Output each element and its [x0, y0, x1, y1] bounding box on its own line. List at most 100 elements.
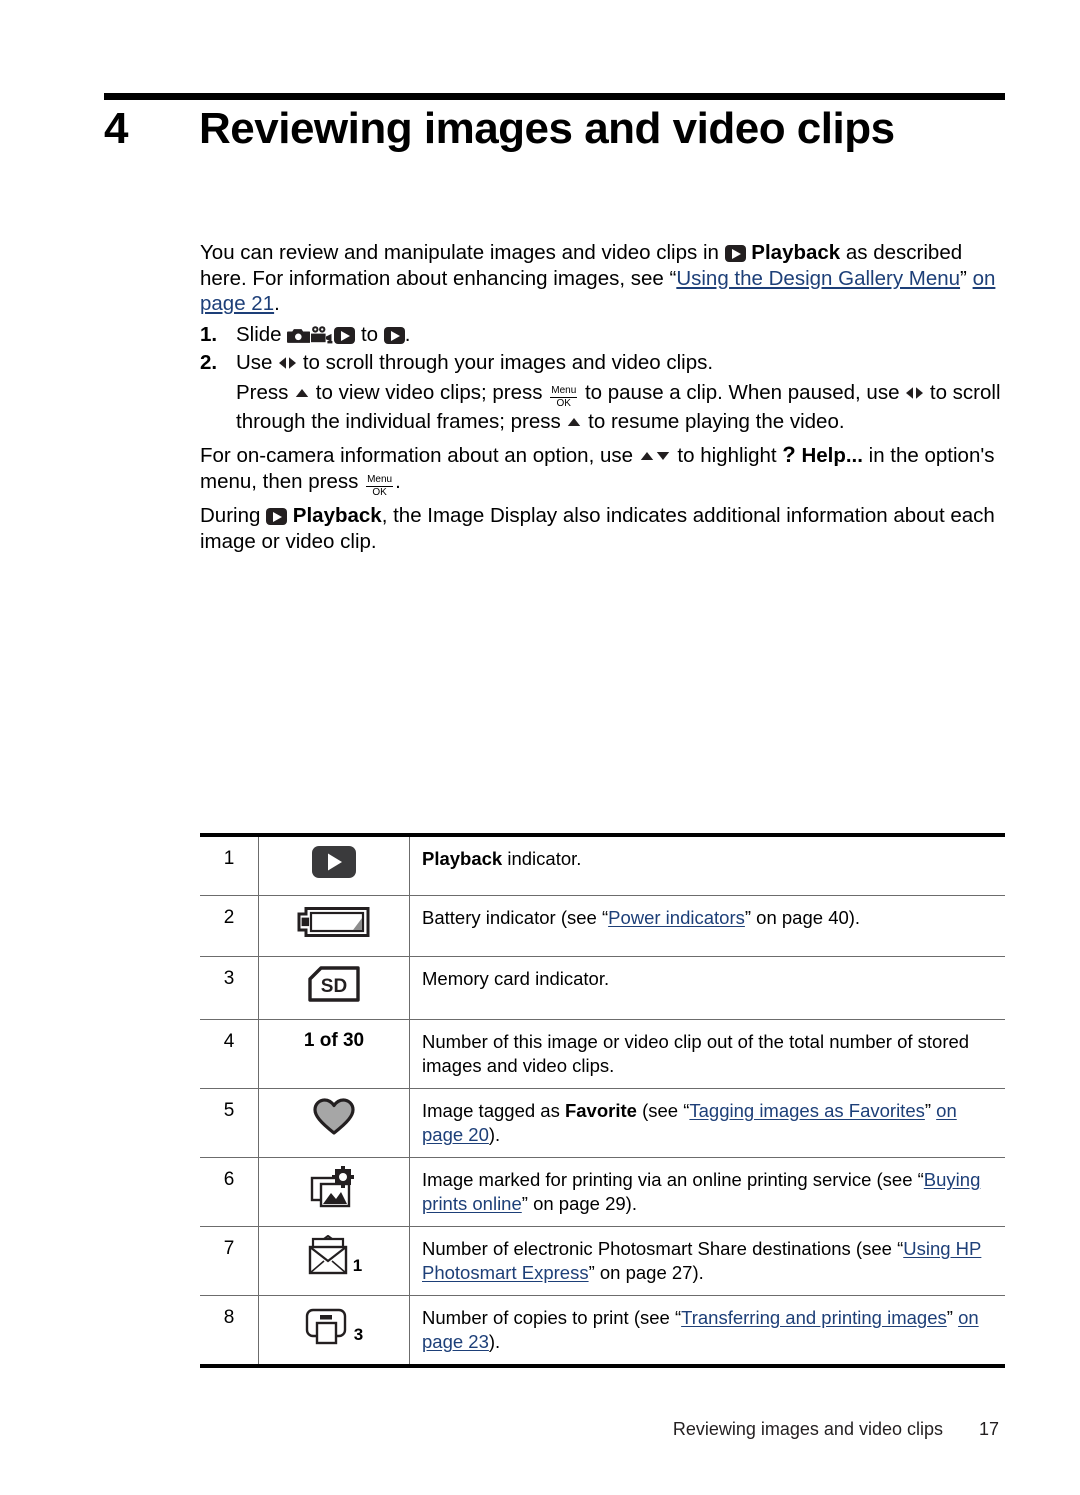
table-row: 4 1 of 30 Number of this image or video … — [200, 1019, 1005, 1089]
menu-ok-bottom-label: OK — [556, 398, 571, 409]
up-down-arrows-icon-svg — [640, 452, 669, 460]
printer-copies-icon-svg — [305, 1308, 346, 1345]
row-description: Battery indicator (see “Power indicators… — [409, 895, 1005, 957]
step-1-text-before: Slide — [236, 323, 288, 346]
step-2-sub-5: to resume playing the video. — [582, 410, 845, 433]
sd-card-icon-svg: SD — [308, 966, 360, 1002]
table-row: 8 3 Number of copies to print (see “Tran… — [200, 1295, 1005, 1368]
playback-indicator-icon-svg — [312, 846, 356, 878]
step-2-text-before: Use — [236, 351, 279, 374]
intro-paragraph: You can review and manipulate images and… — [200, 240, 1010, 317]
step-2-text-after: to scroll through your images and video … — [297, 351, 714, 374]
row-icon-cell: SD — [258, 956, 410, 1020]
svg-text:SD: SD — [321, 976, 347, 997]
row-icon-cell — [258, 895, 410, 957]
playback-label: Playback — [292, 504, 382, 527]
row-desc-post-quote: ” — [924, 1100, 937, 1121]
row-number: 5 — [200, 1088, 259, 1158]
row-number: 8 — [200, 1295, 259, 1368]
row-desc-post-quote: ” on page 27 — [588, 1262, 693, 1283]
row-desc-post: ). — [692, 1262, 704, 1283]
printer-copies-icon: 3 — [305, 1304, 363, 1346]
page-footer: Reviewing images and video clips 17 — [200, 1419, 1005, 1440]
step-2-number: 2. — [200, 351, 218, 374]
row-description: Number of this image or video clip out o… — [409, 1019, 1005, 1089]
up-arrow-icon — [294, 381, 310, 397]
table-row: 7 1 Number of electronic Photosmart Shar… — [200, 1226, 1005, 1296]
row-desc-post: ). — [488, 1124, 501, 1145]
help-label: Help... — [801, 444, 863, 467]
on-camera-paragraph: For on-camera information about an optio… — [200, 442, 1010, 498]
row-desc-bold: Playback — [422, 848, 503, 869]
row-desc-post: ). — [488, 1331, 501, 1352]
step-2-body: Use to scroll through your images and vi… — [236, 350, 1010, 435]
step-1: 1. Slide to . — [200, 322, 1010, 348]
row-desc-post-quote: ” — [946, 1307, 959, 1328]
step-2-sub-3: to pause a clip. When paused, use — [579, 381, 906, 404]
chapter-title: Reviewing images and video clips — [199, 104, 895, 153]
print-copies-count: 3 — [353, 1325, 364, 1344]
step-1-text-middle: to — [355, 323, 384, 346]
link-tagging-images-as-favorites[interactable]: Tagging images as Favorites — [689, 1100, 924, 1121]
row-desc-bold: Favorite — [564, 1100, 637, 1121]
row-number: 6 — [200, 1157, 259, 1227]
playback-label: Playback — [751, 241, 841, 264]
row-icon-cell: 1 — [258, 1226, 410, 1296]
table-row: 5 Image tagged as Favorite (see “Tagging… — [200, 1088, 1005, 1158]
intro-text-3: ” — [960, 266, 973, 290]
table-row: 3 SD Memory card indicator. — [200, 956, 1005, 1020]
video-camera-icon — [310, 325, 334, 344]
row-number: 7 — [200, 1226, 259, 1296]
row-desc-pre: Number of copies to print (see “ — [422, 1307, 682, 1328]
chapter-rule — [104, 93, 1005, 100]
step-1-number: 1. — [200, 323, 218, 346]
link-transferring-and-printing-images[interactable]: Transferring and printing images — [681, 1307, 947, 1328]
video-camera-icon-svg — [311, 326, 333, 344]
row-description: Image tagged as Favorite (see “Tagging i… — [409, 1088, 1005, 1158]
footer-page-number: 17 — [979, 1419, 1000, 1439]
row-desc-pre: Image marked for printing via an online … — [422, 1169, 924, 1190]
up-arrow-icon — [566, 410, 582, 426]
help-question-mark-icon: ? — [782, 442, 796, 467]
row-icon-cell: 3 — [258, 1295, 410, 1368]
row-desc-pre: Image tagged as — [422, 1100, 565, 1121]
oncam-text-4: . — [395, 469, 401, 493]
steps-list: 1. Slide to . 2. Use to scroll through y… — [200, 322, 1010, 437]
row-desc-post-quote: ” on page 29 — [521, 1193, 626, 1214]
row-number: 3 — [200, 956, 259, 1020]
row-desc-post: ). — [625, 1193, 637, 1214]
row-desc-pre: Battery indicator (see “ — [422, 907, 609, 928]
row-icon-cell: 1 of 30 — [258, 1019, 410, 1089]
playback-icon — [334, 327, 356, 344]
chapter-number: 4 — [104, 104, 129, 153]
menu-ok-top-label: Menu — [366, 473, 394, 487]
step-2-sub-1: Press — [236, 381, 295, 404]
left-right-arrows-icon-svg — [279, 357, 297, 369]
playback-icon — [383, 327, 405, 344]
step-2-sub-2: to view video clips; press — [310, 381, 549, 404]
row-number: 4 — [200, 1019, 259, 1089]
playback-indicator-icon — [311, 845, 357, 879]
chapter-heading: 4 Reviewing images and video clips — [104, 104, 1005, 153]
oncam-text-1: For on-camera information about an optio… — [200, 444, 639, 467]
step-2-main: Use to scroll through your images and vi… — [236, 350, 1010, 376]
share-destination-count: 1 — [352, 1256, 363, 1275]
row-description: Image marked for printing via an online … — [409, 1157, 1005, 1227]
row-desc-mid: (see “ — [636, 1100, 690, 1121]
row-description: Number of copies to print (see “Transfer… — [409, 1295, 1005, 1368]
image-count-text: 1 of 30 — [303, 1030, 365, 1051]
link-power-indicators[interactable]: Power indicators — [608, 907, 745, 928]
row-desc-rest: indicator. — [502, 848, 582, 869]
link-design-gallery-menu[interactable]: Using the Design Gallery Menu — [676, 267, 960, 290]
during-playback-paragraph: During Playback, the Image Display also … — [200, 503, 1010, 554]
document-page: 4 Reviewing images and video clips You c… — [0, 0, 1080, 1495]
intro-text-4: . — [274, 292, 280, 315]
up-down-arrows-icon — [639, 444, 672, 460]
intro-text-1: You can review and manipulate images and… — [200, 241, 725, 264]
row-icon-cell — [258, 833, 410, 896]
favorite-heart-icon-svg — [313, 1098, 355, 1135]
menu-ok-button-icon: Menu OK — [366, 473, 394, 498]
row-description: Memory card indicator. — [409, 956, 1005, 1020]
share-envelope-icon-svg — [308, 1235, 347, 1275]
sd-card-icon: SD — [307, 965, 361, 1003]
